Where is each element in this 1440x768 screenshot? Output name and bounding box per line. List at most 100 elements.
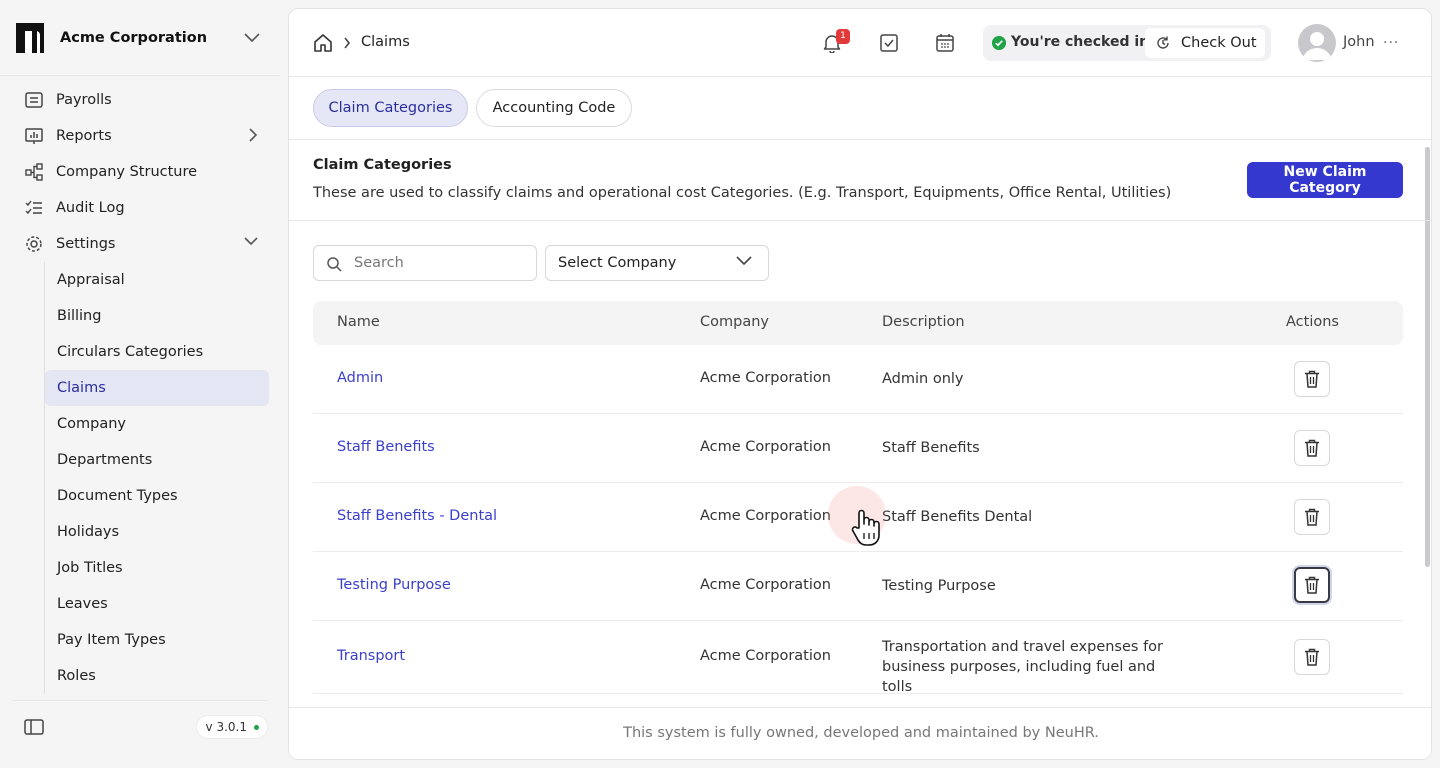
category-description: Admin only: [882, 371, 964, 387]
sidebar-item-label: Payrolls: [56, 92, 112, 108]
sidebar-subitem-job-titles[interactable]: Job Titles: [45, 550, 269, 586]
check-circle-icon: [992, 36, 1006, 50]
org-chart-icon: [24, 162, 44, 182]
trash-icon: [1305, 508, 1319, 526]
category-name-link[interactable]: Staff Benefits: [337, 439, 435, 455]
sidebar-item-audit-log[interactable]: Audit Log: [12, 190, 268, 226]
sidebar-subitem-document-types[interactable]: Document Types: [45, 478, 269, 514]
new-claim-category-button[interactable]: New Claim Category: [1247, 162, 1403, 198]
check-out-label: Check Out: [1181, 35, 1257, 51]
column-header-description: Description: [882, 314, 965, 330]
column-header-name: Name: [337, 314, 380, 330]
section-title: Claim Categories: [313, 157, 452, 173]
notification-badge: 1: [836, 29, 850, 44]
chevron-right-icon: [344, 37, 351, 49]
category-description: Testing Purpose: [882, 578, 996, 594]
checkin-status: You're checked in: [1011, 34, 1150, 50]
sidebar-subitem-claims[interactable]: Claims: [45, 370, 269, 406]
delete-button[interactable]: [1294, 567, 1330, 603]
settings-submenu: Appraisal Billing Circulars Categories C…: [44, 262, 269, 694]
sidebar-item-payrolls[interactable]: Payrolls: [12, 82, 268, 118]
section-description: These are used to classify claims and op…: [313, 185, 1172, 201]
category-description: Transportation and travel expenses for b…: [882, 639, 1164, 695]
table-row: Testing Purpose Acme Corporation Testing…: [313, 552, 1403, 621]
sidebar-item-reports[interactable]: Reports: [12, 118, 268, 154]
sidebar-subitem-pay-item-types[interactable]: Pay Item Types: [45, 622, 269, 658]
checkbox-icon[interactable]: [879, 33, 899, 53]
tab-accounting-code[interactable]: Accounting Code: [476, 89, 632, 127]
sidebar-subitem-billing[interactable]: Billing: [45, 298, 269, 334]
sidebar-item-label: Company Structure: [56, 164, 198, 180]
tab-claim-categories[interactable]: Claim Categories: [313, 89, 468, 127]
table-row: Transport Acme Corporation Transportatio…: [313, 621, 1403, 695]
checkin-status-box: You're checked in Check Out: [983, 25, 1271, 61]
chevron-right-icon: [249, 128, 258, 142]
delete-button[interactable]: [1294, 499, 1330, 535]
delete-button[interactable]: [1294, 639, 1330, 675]
category-company: Acme Corporation: [700, 577, 831, 593]
sidebar-subitem-appraisal[interactable]: Appraisal: [45, 262, 269, 298]
sidebar-item-company-structure[interactable]: Company Structure: [12, 154, 268, 190]
sidebar-item-label: Audit Log: [56, 200, 125, 216]
table-header: Name Company Description Actions: [313, 301, 1403, 345]
gear-icon: [24, 234, 44, 254]
column-header-actions: Actions: [1286, 314, 1339, 330]
company-name: Acme Corporation: [60, 29, 208, 46]
breadcrumb[interactable]: Claims: [361, 34, 410, 50]
sidebar-subitem-circulars-categories[interactable]: Circulars Categories: [45, 334, 269, 370]
trash-icon: [1305, 439, 1319, 457]
main-panel: Claims 1 You're checked in Check Out Joh…: [288, 8, 1432, 760]
category-name-link[interactable]: Transport: [337, 648, 405, 664]
brand-logo: [16, 22, 44, 53]
sidebar-subitem-roles[interactable]: Roles: [45, 658, 269, 694]
version-badge: v 3.0.1: [195, 715, 268, 739]
payroll-icon: [24, 90, 44, 110]
sidebar-nav: Payrolls Reports Company Structure Audit…: [12, 82, 269, 694]
chevron-down-icon[interactable]: [244, 33, 260, 43]
user-icon: [1303, 32, 1331, 60]
category-company: Acme Corporation: [700, 439, 831, 455]
tabs: Claim Categories Accounting Code: [289, 77, 1431, 140]
category-description: Staff Benefits: [882, 440, 980, 456]
chevron-down-icon: [736, 256, 752, 266]
trash-icon: [1305, 648, 1319, 666]
calendar-icon[interactable]: [935, 33, 955, 53]
user-name[interactable]: John: [1343, 34, 1375, 50]
sidebar-item-label: Reports: [56, 128, 112, 144]
table-row: Staff Benefits Acme Corporation Staff Be…: [313, 414, 1403, 483]
category-name-link[interactable]: Testing Purpose: [337, 577, 451, 593]
check-out-button[interactable]: Check Out: [1145, 28, 1265, 58]
home-icon[interactable]: [313, 33, 333, 53]
sidebar-item-settings[interactable]: Settings: [12, 226, 268, 262]
category-company: Acme Corporation: [700, 370, 831, 386]
sidebar-subitem-leaves[interactable]: Leaves: [45, 586, 269, 622]
category-company: Acme Corporation: [700, 508, 831, 524]
trash-icon: [1305, 370, 1319, 388]
sidebar-toggle-icon[interactable]: [24, 719, 44, 735]
search-input[interactable]: [354, 253, 524, 273]
delete-button[interactable]: [1294, 430, 1330, 466]
table-row: Admin Acme Corporation Admin only: [313, 345, 1403, 414]
search-icon: [327, 257, 342, 272]
sidebar-subitem-holidays[interactable]: Holidays: [45, 514, 269, 550]
delete-button[interactable]: [1294, 361, 1330, 397]
hand-cursor-icon: [851, 509, 880, 546]
sidebar-footer: v 3.0.1: [12, 700, 268, 768]
filters: Select Company: [289, 221, 1431, 301]
chevron-down-icon: [244, 237, 258, 246]
search-box[interactable]: [313, 245, 537, 281]
sidebar-subitem-departments[interactable]: Departments: [45, 442, 269, 478]
trash-icon: [1305, 576, 1319, 594]
top-bar: Claims 1 You're checked in Check Out Joh…: [289, 9, 1431, 77]
more-options-icon[interactable]: ···: [1383, 35, 1399, 51]
company-select[interactable]: Select Company: [545, 245, 769, 281]
category-name-link[interactable]: Admin: [337, 370, 383, 386]
checklist-icon: [24, 198, 44, 218]
sidebar-subitem-company[interactable]: Company: [45, 406, 269, 442]
category-name-link[interactable]: Staff Benefits - Dental: [337, 508, 497, 524]
column-header-company: Company: [700, 314, 769, 330]
company-switcher[interactable]: Acme Corporation: [0, 0, 280, 76]
sidebar-item-label: Settings: [56, 236, 116, 252]
avatar[interactable]: [1298, 24, 1336, 62]
status-dot: [254, 725, 259, 730]
